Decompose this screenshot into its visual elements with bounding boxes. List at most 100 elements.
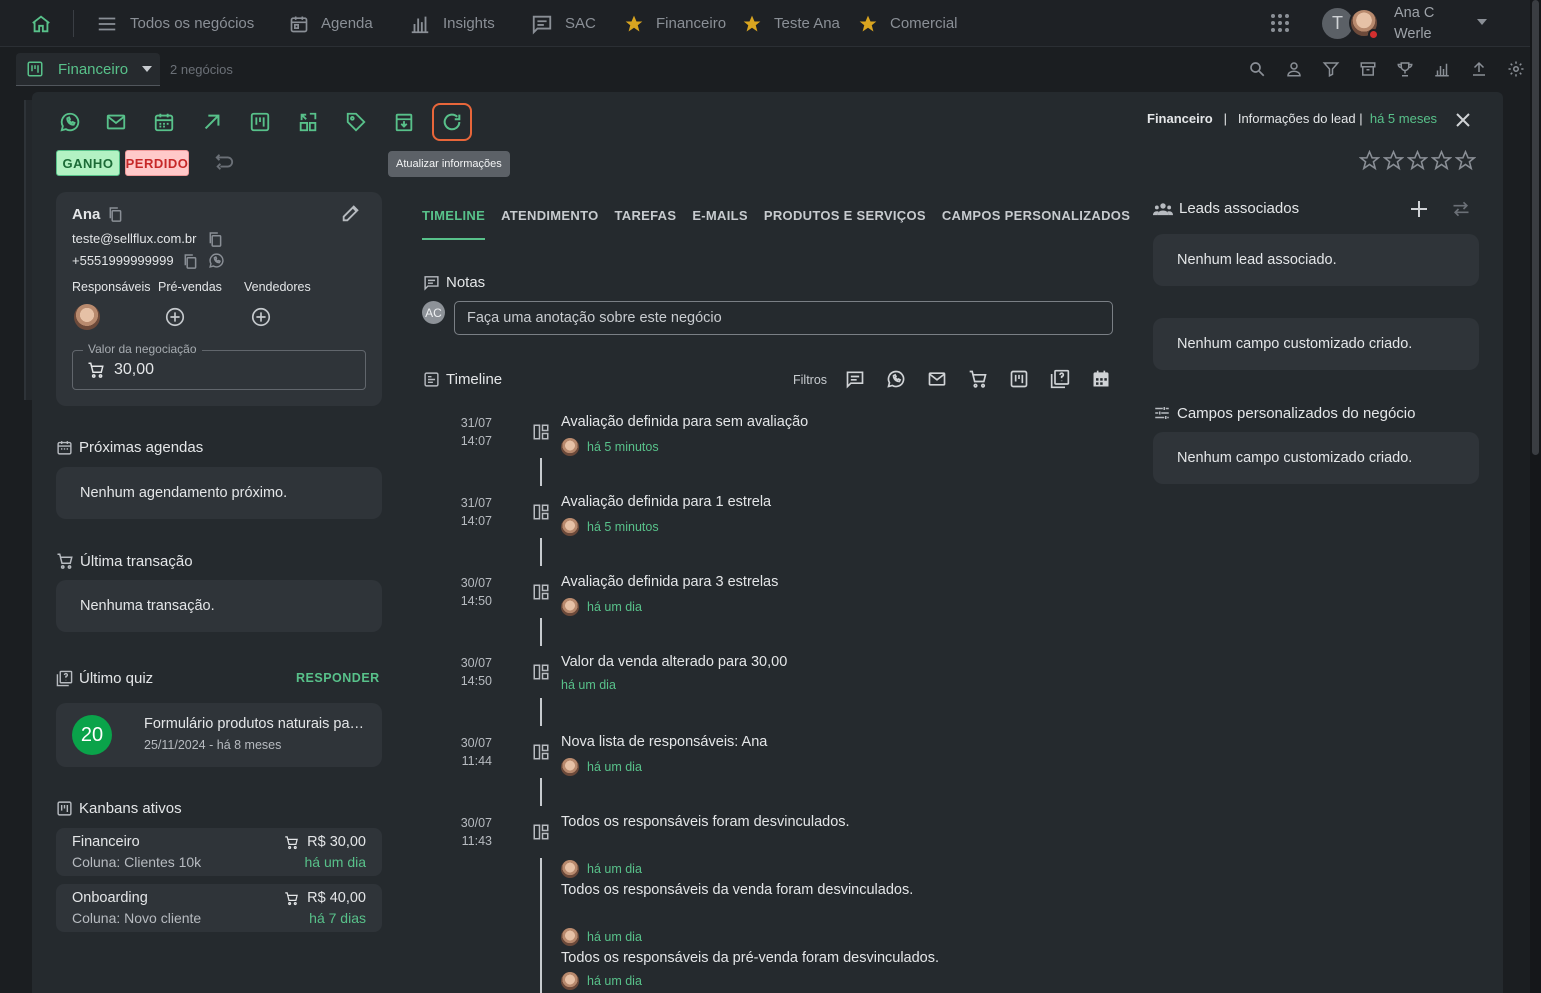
kanban-card-onboarding[interactable]: Onboarding Coluna: Novo cliente R$ 40,00… <box>56 884 382 932</box>
trophy-icon[interactable] <box>1396 60 1414 78</box>
quiz-filter-icon[interactable] <box>1050 369 1070 389</box>
add-lead-icon[interactable] <box>1409 199 1429 219</box>
event-meta: há 5 minutos <box>561 518 659 536</box>
add-circle-icon[interactable] <box>250 306 272 328</box>
event-text: Todos os responsáveis da pré-venda foram… <box>561 950 940 966</box>
kanban-icon[interactable] <box>246 108 274 136</box>
transfer-icon[interactable] <box>294 108 322 136</box>
kanban-icon <box>56 800 73 817</box>
person-icon[interactable] <box>1285 60 1303 78</box>
note-input[interactable] <box>454 301 1113 335</box>
copy-icon[interactable] <box>208 232 222 247</box>
deal-fields-title: Campos personalizados do negócio <box>1153 404 1415 422</box>
refresh-icon[interactable] <box>432 103 472 141</box>
email-filter-icon[interactable] <box>927 369 947 389</box>
caret-down-icon[interactable] <box>1476 18 1488 26</box>
nav-item-all-deals[interactable]: Todos os negócios <box>96 0 254 47</box>
header-separator: | <box>1223 111 1227 126</box>
owners-label: Responsáveis <box>72 280 151 294</box>
cart-filter-icon[interactable] <box>968 369 988 389</box>
notes-filter-icon[interactable] <box>845 369 865 389</box>
pipeline-select[interactable]: Financeiro <box>16 53 160 86</box>
email-icon[interactable] <box>102 108 130 136</box>
whatsapp-filter-icon[interactable] <box>886 369 906 389</box>
chat-icon <box>531 13 553 35</box>
nav-label: Insights <box>443 15 495 32</box>
event-text: Avaliação definida para 1 estrela <box>561 494 772 510</box>
nav-item-insights[interactable]: Insights <box>409 0 495 47</box>
event-meta: há um dia <box>561 972 642 990</box>
kanban-filter-icon[interactable] <box>1009 369 1029 389</box>
star-outline-icon[interactable] <box>1383 150 1404 171</box>
reopen-icon[interactable] <box>213 152 235 172</box>
tab-atendimento[interactable]: ATENDIMENTO <box>501 208 598 240</box>
filter-icon[interactable] <box>1322 60 1340 78</box>
home-icon[interactable] <box>30 13 52 35</box>
tab-campos-personalizados[interactable]: CAMPOS PERSONALIZADOS <box>942 208 1130 240</box>
swap-icon[interactable] <box>1451 199 1471 219</box>
tag-icon[interactable] <box>342 108 370 136</box>
kanban-column: Coluna: Novo cliente <box>72 910 202 926</box>
kanban-card-financeiro[interactable]: Financeiro Coluna: Clientes 10k R$ 30,00… <box>56 828 382 876</box>
calendar-filter-icon[interactable] <box>1091 369 1111 389</box>
nav-item-agenda[interactable]: Agenda <box>289 0 373 47</box>
tab-tarefas[interactable]: TAREFAS <box>615 208 677 240</box>
author-avatar <box>561 972 579 990</box>
star-outline-icon[interactable] <box>1431 150 1452 171</box>
archive-download-icon[interactable] <box>390 108 418 136</box>
event-meta: há um dia <box>561 860 642 878</box>
quiz-date: 25/11/2024 - há 8 meses <box>144 738 282 752</box>
scrollbar-thumb[interactable] <box>1532 0 1539 455</box>
star-outline-icon[interactable] <box>1455 150 1476 171</box>
won-button[interactable]: GANHO <box>56 150 120 176</box>
nav-item-comercial[interactable]: Comercial <box>858 0 958 47</box>
upload-icon[interactable] <box>1470 60 1488 78</box>
whatsapp-icon[interactable] <box>56 108 84 136</box>
user-name[interactable]: Ana C Werle <box>1394 3 1454 45</box>
tab-emails[interactable]: E-MAILS <box>692 208 748 240</box>
quiz-card[interactable]: 20 Formulário produtos naturais para ema… <box>56 703 382 767</box>
calendar-icon[interactable] <box>150 108 178 136</box>
event-datetime: 31/07 14:07 <box>460 496 492 528</box>
add-circle-icon[interactable] <box>164 306 186 328</box>
caret-down-icon <box>142 66 153 72</box>
copy-icon[interactable] <box>108 207 122 222</box>
lost-button[interactable]: PERDIDO <box>125 150 189 176</box>
star-outline-icon[interactable] <box>1407 150 1428 171</box>
apps-grid-icon[interactable] <box>1270 13 1290 33</box>
deal-fields-empty: Nenhum campo customizado criado. <box>1153 432 1479 484</box>
header-info: Informações do lead | <box>1237 111 1363 126</box>
bar-chart-icon[interactable] <box>1433 60 1451 78</box>
close-icon[interactable] <box>1455 112 1471 128</box>
timeline-connector <box>540 778 542 806</box>
nav-item-financeiro[interactable]: Financeiro <box>624 0 726 47</box>
edit-icon[interactable] <box>340 202 362 224</box>
calendar-icon <box>289 14 309 34</box>
copy-icon[interactable] <box>183 254 197 269</box>
event-datetime: 30/07 11:43 <box>460 816 492 848</box>
quiz-respond-button[interactable]: RESPONDER <box>296 671 380 685</box>
star-outline-icon[interactable] <box>1359 150 1380 171</box>
search-icon[interactable] <box>1248 60 1266 78</box>
timeline-connector <box>540 858 542 993</box>
archive-icon[interactable] <box>1359 60 1377 78</box>
owner-avatar[interactable] <box>74 304 100 330</box>
tab-produtos-servicos[interactable]: PRODUTOS E SERVIÇOS <box>764 208 926 240</box>
calendar-icon <box>56 439 73 456</box>
list-icon <box>96 13 118 35</box>
timeline-connector <box>540 618 542 646</box>
deal-value-field[interactable]: Valor da negociação 30,00 <box>72 342 366 390</box>
group-icon <box>1153 201 1173 217</box>
arrow-outward-icon[interactable] <box>198 108 226 136</box>
nav-item-sac[interactable]: SAC <box>531 0 596 47</box>
gear-icon[interactable] <box>1507 60 1525 78</box>
tab-timeline[interactable]: TIMELINE <box>422 208 486 240</box>
event-datetime: 30/07 11:44 <box>460 736 492 768</box>
sellers-label: Vendedores <box>244 280 311 294</box>
deal-modal: Atualizar informações GANHO PERDIDO Fina… <box>32 92 1503 993</box>
nav-item-teste-ana[interactable]: Teste Ana <box>742 0 840 47</box>
author-avatar <box>561 758 579 776</box>
whatsapp-icon[interactable] <box>208 252 225 269</box>
timeline-filters <box>845 369 1111 389</box>
page-scrollbar[interactable] <box>1530 0 1541 993</box>
